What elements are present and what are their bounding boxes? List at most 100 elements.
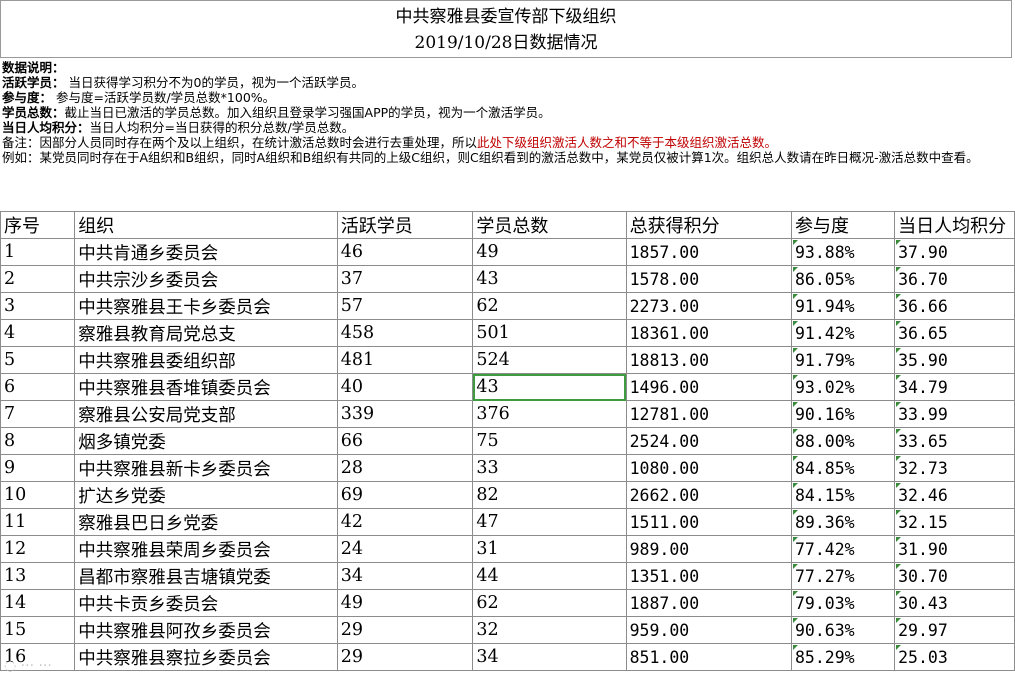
cell-participation[interactable]: 88.00% (790, 427, 896, 455)
cell-points[interactable]: 18361.00 (625, 319, 792, 347)
cell-points[interactable]: 1351.00 (625, 562, 792, 590)
cell-index[interactable]: 8 (0, 427, 76, 455)
cell-total[interactable]: 49 (472, 238, 627, 266)
cell-participation[interactable]: 91.42% (790, 319, 896, 347)
cell-participation[interactable]: 89.36% (790, 508, 896, 536)
cell-avg[interactable]: 36.70 (894, 265, 1015, 293)
cell-active[interactable]: 29 (336, 616, 474, 644)
cell-org[interactable]: 察雅县巴日乡党委 (74, 508, 338, 536)
cell-participation[interactable]: 90.16% (790, 400, 896, 428)
cell-participation[interactable]: 84.15% (790, 481, 896, 509)
cell-index[interactable]: 4 (0, 319, 76, 347)
cell-points[interactable]: 1496.00 (625, 373, 792, 401)
col-header-active[interactable]: 活跃学员 (336, 211, 474, 239)
cell-points[interactable]: 2662.00 (625, 481, 792, 509)
cell-index[interactable]: 13 (0, 562, 76, 590)
cell-org[interactable]: 察雅县公安局党支部 (74, 400, 338, 428)
cell-org[interactable]: 中共察雅县香堆镇委员会 (74, 373, 338, 401)
cell-org[interactable]: 中共察雅县荣周乡委员会 (74, 535, 338, 563)
cell-points[interactable]: 851.00 (625, 643, 792, 671)
cell-active[interactable]: 34 (336, 562, 474, 590)
cell-total[interactable]: 44 (472, 562, 627, 590)
cell-participation[interactable]: 77.42% (790, 535, 896, 563)
col-header-total[interactable]: 学员总数 (472, 211, 627, 239)
cell-total[interactable]: 524 (472, 346, 627, 374)
cell-index[interactable]: 1 (0, 238, 76, 266)
cell-points[interactable]: 12781.00 (625, 400, 792, 428)
cell-org[interactable]: 扩达乡党委 (74, 481, 338, 509)
cell-active[interactable]: 40 (336, 373, 474, 401)
cell-total[interactable]: 43 (472, 373, 627, 401)
cell-total[interactable]: 34 (472, 643, 627, 671)
cell-active[interactable]: 481 (336, 346, 474, 374)
cell-total[interactable]: 32 (472, 616, 627, 644)
cell-total[interactable]: 62 (472, 589, 627, 617)
cell-total[interactable]: 501 (472, 319, 627, 347)
cell-points[interactable]: 2273.00 (625, 292, 792, 320)
cell-total[interactable]: 376 (472, 400, 627, 428)
cell-index[interactable]: 7 (0, 400, 76, 428)
cell-active[interactable]: 37 (336, 265, 474, 293)
cell-org[interactable]: 中共察雅县王卡乡委员会 (74, 292, 338, 320)
cell-avg[interactable]: 32.46 (894, 481, 1015, 509)
cell-participation[interactable]: 85.29% (790, 643, 896, 671)
cell-total[interactable]: 62 (472, 292, 627, 320)
cell-active[interactable]: 458 (336, 319, 474, 347)
cell-index[interactable]: 2 (0, 265, 76, 293)
cell-avg[interactable]: 31.90 (894, 535, 1015, 563)
cell-active[interactable]: 42 (336, 508, 474, 536)
cell-total[interactable]: 43 (472, 265, 627, 293)
cell-points[interactable]: 2524.00 (625, 427, 792, 455)
cell-index[interactable]: 12 (0, 535, 76, 563)
cell-participation[interactable]: 91.94% (790, 292, 896, 320)
col-header-org[interactable]: 组织 (74, 211, 338, 239)
cell-active[interactable]: 339 (336, 400, 474, 428)
cell-org[interactable]: 中共卡贡乡委员会 (74, 589, 338, 617)
cell-avg[interactable]: 30.70 (894, 562, 1015, 590)
cell-avg[interactable]: 25.03 (894, 643, 1015, 671)
cell-total[interactable]: 31 (472, 535, 627, 563)
cell-avg[interactable]: 34.79 (894, 373, 1015, 401)
cell-total[interactable]: 33 (472, 454, 627, 482)
cell-points[interactable]: 1887.00 (625, 589, 792, 617)
cell-index[interactable]: 3 (0, 292, 76, 320)
cell-org[interactable]: 中共察雅县委组织部 (74, 346, 338, 374)
cell-index[interactable]: 9 (0, 454, 76, 482)
cell-org[interactable]: 中共察雅县新卡乡委员会 (74, 454, 338, 482)
col-header-avg[interactable]: 当日人均积分 (894, 211, 1015, 239)
cell-active[interactable]: 66 (336, 427, 474, 455)
cell-index[interactable]: 15 (0, 616, 76, 644)
cell-active[interactable]: 24 (336, 535, 474, 563)
cell-avg[interactable]: 32.15 (894, 508, 1015, 536)
cell-org[interactable]: 中共宗沙乡委员会 (74, 265, 338, 293)
cell-participation[interactable]: 79.03% (790, 589, 896, 617)
cell-index[interactable]: 5 (0, 346, 76, 374)
cell-participation[interactable]: 84.85% (790, 454, 896, 482)
cell-total[interactable]: 47 (472, 508, 627, 536)
cell-avg[interactable]: 37.90 (894, 238, 1015, 266)
cell-active[interactable]: 29 (336, 643, 474, 671)
cell-participation[interactable]: 77.27% (790, 562, 896, 590)
cell-org[interactable]: 察雅县教育局党总支 (74, 319, 338, 347)
cell-org[interactable]: 中共察雅县阿孜乡委员会 (74, 616, 338, 644)
cell-avg[interactable]: 32.73 (894, 454, 1015, 482)
cell-total[interactable]: 82 (472, 481, 627, 509)
cell-index[interactable]: 10 (0, 481, 76, 509)
cell-avg[interactable]: 33.99 (894, 400, 1015, 428)
data-notes[interactable]: 数据说明： 活跃学员： 当日获得学习积分不为0的学员，视为一个活跃学员。 参与度… (2, 60, 1012, 165)
cell-org[interactable]: 烟多镇党委 (74, 427, 338, 455)
cell-points[interactable]: 959.00 (625, 616, 792, 644)
title-block[interactable]: 中共察雅县委宣传部下级组织 2019/10/28日数据情况 (0, 0, 1012, 58)
cell-points[interactable]: 989.00 (625, 535, 792, 563)
cell-points[interactable]: 1511.00 (625, 508, 792, 536)
cell-avg[interactable]: 33.65 (894, 427, 1015, 455)
cell-org[interactable]: 昌都市察雅县吉塘镇党委 (74, 562, 338, 590)
cell-active[interactable]: 28 (336, 454, 474, 482)
cell-active[interactable]: 57 (336, 292, 474, 320)
col-header-participation[interactable]: 参与度 (790, 211, 896, 239)
cell-active[interactable]: 49 (336, 589, 474, 617)
cell-participation[interactable]: 86.05% (790, 265, 896, 293)
cell-points[interactable]: 18813.00 (625, 346, 792, 374)
cell-points[interactable]: 1857.00 (625, 238, 792, 266)
cell-avg[interactable]: 36.66 (894, 292, 1015, 320)
